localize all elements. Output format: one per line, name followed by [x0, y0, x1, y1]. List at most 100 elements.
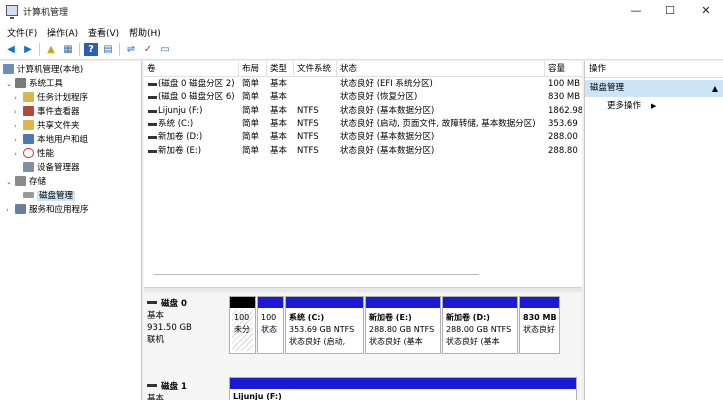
horizontal-scrollbar[interactable] — [154, 274, 479, 275]
actions-section-disk-management[interactable]: 磁盘管理 ▲ — [585, 80, 723, 97]
partition-line2: 288.00 GB NTFS — [446, 325, 512, 334]
cell-layout: 简单 — [242, 105, 260, 116]
services-icon — [15, 204, 26, 214]
partition-block[interactable]: 100 未分 — [229, 296, 256, 354]
partition-block[interactable]: 系统 (C:) 353.69 GB NTFS 状态良好 (启动, — [285, 296, 364, 354]
tools-icon — [15, 78, 26, 88]
volume-list-header: 卷 布局 类型 文件系统 状态 容量 — [144, 61, 582, 77]
storage-icon — [15, 176, 26, 186]
minimize-button[interactable]: — — [619, 0, 653, 22]
partition-line3: 状态良好 (基本 — [446, 337, 500, 346]
tree-item-services-apps[interactable]: › 服务和应用程序 — [6, 203, 89, 217]
forward-icon[interactable]: ▶ — [21, 43, 35, 56]
chevron-right-icon[interactable]: › — [14, 133, 23, 147]
shared-folder-icon — [23, 120, 34, 130]
help-icon[interactable]: ? — [84, 43, 98, 56]
table-row[interactable]: Lijunju (F:) 简单 基本 NTFS 状态良好 (基本数据分区) 1862.98 — [144, 105, 582, 118]
title-bar: 计算机管理 — ☐ ✕ — [0, 0, 723, 22]
tree-item-device-manager[interactable]: 设备管理器 — [23, 161, 80, 175]
volume-icon — [148, 136, 157, 140]
cell-volume: (磁盘 0 磁盘分区 6) — [158, 92, 235, 103]
partition-bar — [366, 297, 440, 308]
up-folder-icon[interactable]: ▲ — [44, 43, 58, 56]
properties-icon[interactable]: ▤ — [101, 43, 115, 56]
volume-icon — [148, 96, 157, 100]
tree-item-computer-management[interactable]: 计算机管理(本地) — [3, 63, 83, 77]
column-volume[interactable]: 卷 — [144, 61, 239, 77]
cell-status: 状态良好 (恢复分区) — [340, 92, 418, 103]
column-capacity[interactable]: 容量 — [545, 61, 582, 77]
cell-status: 状态良好 (启动, 页面文件, 故障转储, 基本数据分区) — [340, 118, 536, 129]
partition-line1: 100 — [261, 313, 277, 322]
table-row[interactable]: 系统 (C:) 简单 基本 NTFS 状态良好 (启动, 页面文件, 故障转储, 基本数… — [144, 118, 582, 131]
show-tree-icon[interactable]: ▦ — [61, 43, 75, 56]
partition-block[interactable]: 新加卷 (E:) 288.80 GB NTFS 状态良好 (基本 — [365, 296, 441, 354]
disk1-label[interactable]: 磁盘 1 基本 — [147, 381, 227, 400]
menu-action[interactable]: 操作(A) — [47, 26, 78, 39]
partition-line2: 288.80 GB NTFS — [369, 325, 435, 334]
tree-item-event-viewer[interactable]: › 事件查看器 — [14, 105, 80, 119]
cell-capacity: 100 MB — [548, 79, 581, 89]
cell-status: 状态良好 (基本数据分区) — [340, 105, 435, 116]
tree-item-system-tools[interactable]: ⌄ 系统工具 — [6, 77, 63, 91]
table-row[interactable]: 新加卷 (D:) 简单 基本 NTFS 状态良好 (基本数据分区) 288.00 — [144, 131, 582, 144]
partition-block[interactable]: 100 状态 — [257, 296, 284, 354]
chevron-right-icon[interactable]: › — [14, 105, 23, 119]
cell-type: 基本 — [270, 145, 288, 156]
partition-line1: 新加卷 (D:) — [446, 313, 490, 322]
tree-item-local-users[interactable]: › 本地用户和组 — [14, 133, 88, 147]
partition-block[interactable]: 新加卷 (D:) 288.00 GB NTFS 状态良好 (基本 — [442, 296, 518, 354]
menu-help[interactable]: 帮助(H) — [129, 26, 161, 39]
disk0-label[interactable]: 磁盘 0 基本 931.50 GB 联机 — [147, 298, 227, 346]
connect-icon[interactable]: ⇌ — [124, 43, 138, 56]
check-icon[interactable]: ✓ — [141, 43, 155, 56]
table-row[interactable]: (磁盘 0 磁盘分区 2) 简单 基本 状态良好 (EFI 系统分区) 100 MB — [144, 78, 582, 91]
tree-item-disk-management[interactable]: 磁盘管理 — [23, 189, 76, 203]
chevron-down-icon[interactable]: ⌄ — [6, 77, 15, 91]
table-row[interactable]: 新加卷 (E:) 简单 基本 NTFS 状态良好 (基本数据分区) 288.80 — [144, 145, 582, 158]
maximize-button[interactable]: ☐ — [653, 0, 687, 22]
cell-filesystem: NTFS — [297, 145, 319, 156]
tree-item-performance[interactable]: › 性能 — [14, 147, 54, 161]
back-icon[interactable]: ◀ — [4, 43, 18, 56]
cell-capacity: 1862.98 — [548, 105, 582, 116]
actions-pane: 操作 磁盘管理 ▲ 更多操作 ▶ — [584, 61, 723, 400]
column-type[interactable]: 类型 — [267, 61, 294, 77]
disk-icon — [147, 384, 157, 387]
column-status[interactable]: 状态 — [337, 61, 545, 77]
partition-info: 100 状态 — [261, 312, 281, 336]
tree-item-task-scheduler[interactable]: › 任务计划程序 — [14, 91, 88, 105]
toolbar-separator — [119, 43, 120, 56]
menu-view[interactable]: 查看(V) — [88, 26, 119, 39]
tree-item-shared-folders[interactable]: › 共享文件夹 — [14, 119, 80, 133]
collapse-up-icon[interactable]: ▲ — [712, 80, 718, 97]
partition-line2: 未分 — [234, 325, 250, 334]
partition-bar — [443, 297, 517, 308]
column-layout[interactable]: 布局 — [239, 61, 267, 77]
tree-item-storage[interactable]: ⌄ 存储 — [6, 175, 46, 189]
navigation-tree: 计算机管理(本地) ⌄ 系统工具 › 任务计划程序 › 事件查看器 › 共享文件夹 › 本… — [0, 61, 142, 400]
chevron-down-icon[interactable]: ⌄ — [6, 175, 15, 189]
toolbar-separator — [39, 43, 40, 56]
partition-lijunju[interactable]: Lijunju (F:) — [229, 377, 577, 400]
chevron-right-icon[interactable]: › — [14, 147, 23, 161]
computer-management-icon — [6, 5, 18, 19]
cell-volume: (磁盘 0 磁盘分区 2) — [158, 79, 235, 89]
partition-block[interactable]: 830 MB 状态良好 — [519, 296, 560, 354]
chevron-right-icon[interactable]: › — [14, 91, 23, 105]
cell-capacity: 353.69 — [548, 118, 578, 129]
table-row[interactable]: (磁盘 0 磁盘分区 6) 简单 基本 状态良好 (恢复分区) 830 MB — [144, 91, 582, 104]
partition-info: 100 未分 — [232, 310, 253, 351]
console-icon[interactable]: ▭ — [158, 43, 172, 56]
chevron-right-icon[interactable]: › — [14, 119, 23, 133]
toolbar: ◀ ▶ ▲ ▦ ? ▤ ⇌ ✓ ▭ — [0, 40, 723, 60]
more-actions-link[interactable]: 更多操作 ▶ — [607, 99, 656, 113]
column-filesystem[interactable]: 文件系统 — [294, 61, 337, 77]
menu-file[interactable]: 文件(F) — [7, 26, 37, 39]
chevron-right-icon[interactable]: › — [6, 203, 15, 217]
partition-line2: 353.69 GB NTFS — [289, 325, 355, 334]
cell-layout: 简单 — [242, 79, 260, 89]
cell-filesystem: NTFS — [297, 118, 319, 129]
cell-layout: 简单 — [242, 118, 260, 129]
close-button[interactable]: ✕ — [689, 0, 723, 22]
